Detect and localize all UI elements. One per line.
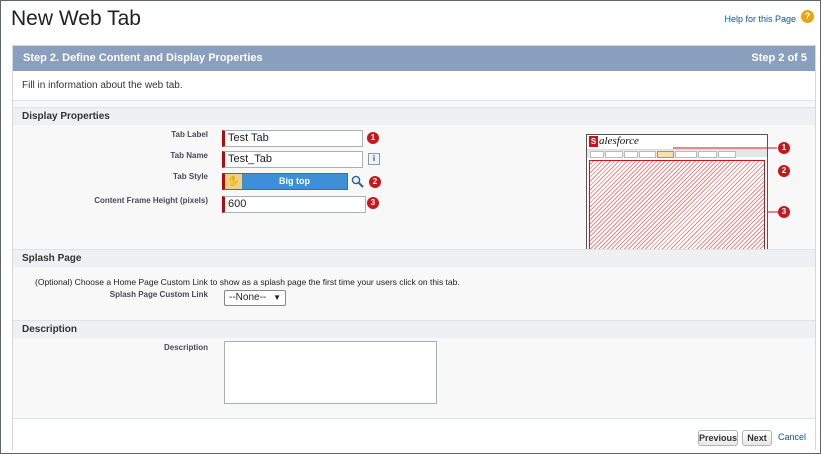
description-title: Description [22,324,78,335]
splash-link-label: Splash Page Custom Link [109,290,208,299]
next-button[interactable]: Next [742,430,772,446]
step-title: Step 2. Define Content and Display Prope… [23,52,263,64]
tab-name-input[interactable]: Test_Tab [222,151,363,168]
frame-height-input[interactable]: 600 [222,196,366,213]
preview-badge-1: 1 [778,142,790,154]
previous-button[interactable]: Previous [698,430,738,446]
preview-tab-highlighted [657,151,674,158]
preview-badge-2: 2 [778,165,790,177]
tab-style-label: Tab Style [173,172,208,181]
display-properties-title: Display Properties [22,111,110,122]
page-title: New Web Tab [11,7,141,30]
splash-instruction: (Optional) Choose a Home Page Custom Lin… [35,277,460,287]
callout-badge-1: 1 [367,132,379,144]
info-icon[interactable]: i [368,153,380,165]
salesforce-logo-text: alesforce [599,135,639,147]
display-properties-heading: Display Properties [13,107,815,125]
description-heading: Description [13,320,815,338]
intro-text: Fill in information about the web tab. [22,80,183,91]
lookup-icon[interactable] [351,175,364,188]
step-header: Step 2. Define Content and Display Prope… [13,46,815,71]
tab-label-label: Tab Label [171,130,208,139]
preview-callout-lines [673,147,781,213]
callout-badge-2: 2 [369,176,381,188]
splash-link-selected: --None-- [229,292,267,303]
preview-tab [624,151,638,158]
frame-height-label: Content Frame Height (pixels) [94,196,208,205]
tab-label-input[interactable]: Test Tab [222,130,363,147]
window-frame: New Web Tab Help for this Page ? Step 2.… [0,0,821,454]
preview-tab [605,151,623,158]
description-textarea[interactable] [224,341,437,404]
preview-badge-3: 3 [778,206,790,218]
button-bar: Previous Next Cancel [13,418,815,450]
preview-tab [590,151,604,158]
tab-style-selector[interactable]: ✋ Big top [222,173,348,190]
preview-tab [639,151,656,158]
tab-name-label: Tab Name [170,151,208,160]
intro-bar: Fill in information about the web tab. [13,71,815,101]
description-label: Description [163,343,208,352]
wizard-panel: Step 2. Define Content and Display Prope… [12,45,816,450]
help-link[interactable]: Help for this Page [724,14,796,24]
question-icon[interactable]: ? [801,10,814,23]
dropdown-arrow-icon: ▼ [273,293,281,302]
step-count: Step 2 of 5 [751,52,807,64]
salesforce-logo-icon: S [589,136,598,147]
circus-tent-icon: ✋ [225,174,242,189]
cancel-link[interactable]: Cancel [778,432,806,442]
splash-page-title: Splash Page [22,253,82,264]
splash-link-select[interactable]: --None-- ▼ [224,290,286,306]
splash-page-heading: Splash Page [13,249,815,267]
tab-style-value: Big top [279,176,310,186]
callout-badge-3: 3 [367,197,379,209]
